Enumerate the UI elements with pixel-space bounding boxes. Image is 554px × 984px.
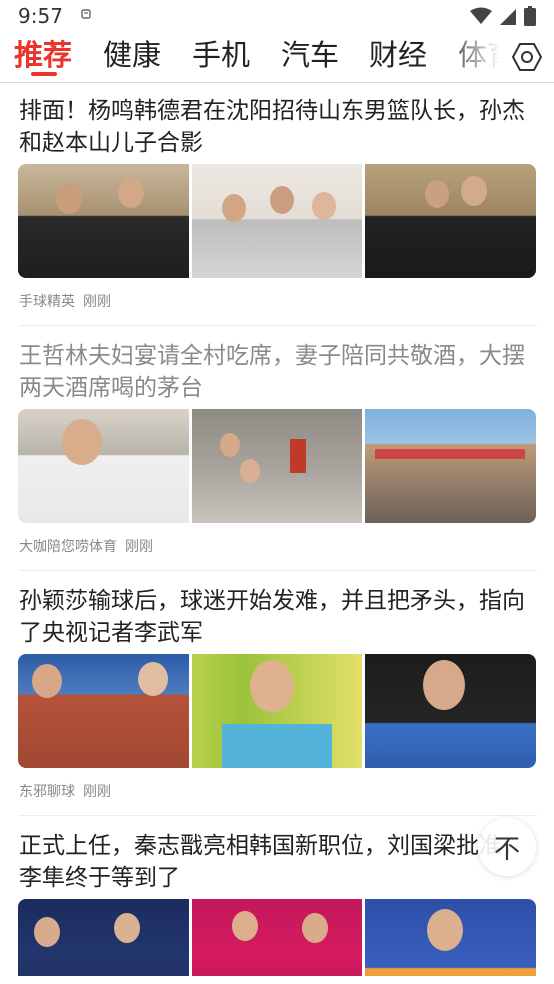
news-thumbnail[interactable] [18, 409, 189, 523]
battery-icon [524, 6, 536, 26]
bottom-edge [0, 976, 554, 984]
wifi-icon [470, 7, 492, 24]
status-time: 9:57 [18, 4, 63, 28]
tab-car[interactable]: 汽车 [281, 34, 339, 78]
news-title[interactable]: 孙颖莎输球后，球迷开始发难，并且把矛头，指向了央视记者李武军 [19, 585, 537, 649]
news-title[interactable]: 王哲林夫妇宴请全村吃席，妻子陪同共敬酒，大摆两天酒席喝的茅台 [19, 340, 537, 404]
news-thumbnail[interactable] [365, 409, 537, 523]
scroll-top-button[interactable]: 不 [478, 818, 536, 876]
news-thumbnail[interactable] [191, 899, 363, 976]
news-title[interactable]: 排面！杨鸣韩德君在沈阳招待山东男篮队长，孙杰和赵本山儿子合影 [19, 95, 537, 159]
news-source: 东邪聊球 [19, 784, 75, 800]
news-item[interactable]: 孙颖莎输球后，球迷开始发难，并且把矛头，指向了央视记者李武军 东邪聊球 刚刚 [0, 572, 554, 817]
news-thumbnail[interactable] [365, 164, 537, 278]
news-meta: 东邪聊球 刚刚 [19, 781, 119, 801]
status-icons [470, 6, 536, 26]
news-thumbnail[interactable] [191, 409, 363, 523]
news-images[interactable] [18, 409, 537, 523]
hexagon-settings-icon [512, 43, 542, 71]
channel-settings-button[interactable] [500, 34, 554, 80]
scroll-top-label: 不 [493, 834, 520, 865]
news-thumbnail[interactable] [365, 654, 537, 768]
news-thumbnail[interactable] [365, 899, 537, 976]
active-tab-indicator [31, 72, 57, 76]
news-title[interactable]: 正式上任，秦志戬亮相韩国新职位，刘国梁批准，李隼终于等到了 [19, 830, 537, 894]
tab-phone[interactable]: 手机 [192, 34, 250, 78]
tab-fade [440, 34, 500, 80]
news-source: 大咖陪您唠体育 [19, 539, 117, 555]
news-thumbnail[interactable] [18, 654, 189, 768]
news-images[interactable] [18, 899, 537, 976]
news-thumbnail[interactable] [191, 654, 363, 768]
status-bar: 9:57 [0, 0, 554, 34]
news-meta: 大咖陪您唠体育 刚刚 [19, 536, 161, 556]
tab-finance[interactable]: 财经 [369, 34, 427, 78]
news-images[interactable] [18, 654, 537, 768]
news-thumbnail[interactable] [18, 899, 189, 976]
news-item[interactable]: 王哲林夫妇宴请全村吃席，妻子陪同共敬酒，大摆两天酒席喝的茅台 大咖陪您唠体育 刚刚 [0, 327, 554, 572]
divider [19, 815, 537, 816]
signal-icon [500, 9, 516, 25]
news-thumbnail[interactable] [191, 164, 363, 278]
news-images[interactable] [18, 164, 537, 278]
news-source: 手球精英 [19, 294, 75, 310]
news-time: 刚刚 [125, 539, 153, 555]
news-item[interactable]: 排面！杨鸣韩德君在沈阳招待山东男篮队长，孙杰和赵本山儿子合影 手球精英 刚刚 [0, 82, 554, 327]
news-thumbnail[interactable] [18, 164, 189, 278]
news-meta: 手球精英 刚刚 [19, 291, 119, 311]
news-time: 刚刚 [83, 784, 111, 800]
news-item[interactable]: 正式上任，秦志戬亮相韩国新职位，刘国梁批准，李隼终于等到了 [0, 817, 554, 976]
divider [19, 325, 537, 326]
news-time: 刚刚 [83, 294, 111, 310]
tab-health[interactable]: 健康 [103, 34, 161, 78]
notification-icon [81, 9, 91, 19]
divider [19, 570, 537, 571]
